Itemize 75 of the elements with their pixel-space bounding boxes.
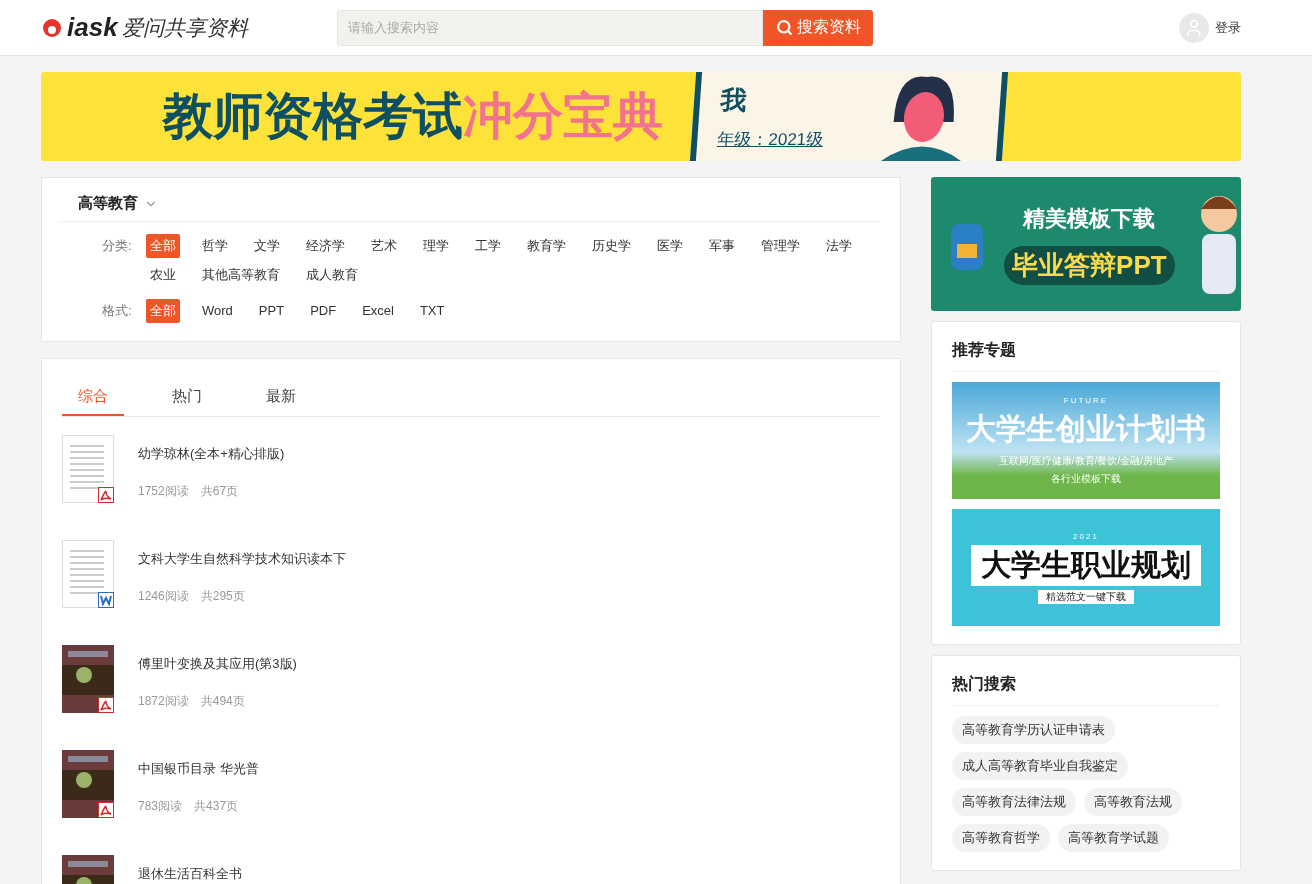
document-title[interactable]: 文科大学生自然科学技术知识读本下	[138, 550, 346, 568]
document-title[interactable]: 幼学琼林(全本+精心排版)	[138, 445, 285, 463]
logo-icon	[41, 17, 63, 38]
filter-option[interactable]: 工学	[471, 234, 505, 258]
filter-option[interactable]: 教育学	[523, 234, 570, 258]
filter-option[interactable]: 管理学	[757, 234, 804, 258]
search-tag[interactable]: 高等教育学历认证申请表	[952, 716, 1115, 744]
filter-option[interactable]: 军事	[705, 234, 739, 258]
filter-option[interactable]: 文学	[250, 234, 284, 258]
read-count: 1752阅读	[138, 483, 189, 500]
document-title[interactable]: 中国银币目录 华光普	[138, 760, 259, 778]
filter-label: 分类:	[102, 237, 133, 255]
search-tag[interactable]: 高等教育法律法规	[952, 788, 1076, 816]
pdf-icon	[98, 802, 114, 818]
page-count: 共295页	[200, 588, 245, 605]
read-count: 783阅读	[138, 798, 183, 815]
topic-title: 大学生职业规划	[971, 544, 1201, 586]
filter-option[interactable]: Excel	[358, 299, 398, 323]
tab[interactable]: 综合	[62, 379, 124, 416]
filter-option[interactable]: 经济学	[302, 234, 349, 258]
ad-banner[interactable]: 教师资格考试冲分宝典 我 年级：2021级	[41, 72, 1241, 161]
section-title: 推荐专题	[952, 340, 1220, 372]
tab[interactable]: 热门	[156, 379, 218, 416]
topic-banner[interactable]: 2021 大学生职业规划 精选范文一键下载	[952, 509, 1220, 626]
document-thumbnail	[62, 540, 114, 608]
filter-option[interactable]: PPT	[254, 299, 289, 323]
topic-tag: 2021	[1073, 531, 1099, 541]
filter-option[interactable]: Word	[198, 299, 237, 323]
filter-option[interactable]: 理学	[419, 234, 453, 258]
search-tag[interactable]: 高等教育学试题	[1058, 824, 1169, 852]
filter-option[interactable]: PDF	[306, 299, 341, 323]
filter-option[interactable]: 哲学	[198, 234, 232, 258]
ad-banner[interactable]: 精美模板下载 毕业答辩PPT	[931, 177, 1241, 311]
document-title[interactable]: 退休生活百科全书	[138, 865, 242, 883]
banner-grade: 年级：2021级	[716, 128, 825, 151]
filter-option[interactable]: 法学	[822, 234, 856, 258]
filter-option[interactable]: 成人教育	[302, 263, 362, 287]
document-title[interactable]: 傅里叶变换及其应用(第3版)	[138, 655, 297, 673]
search-icon	[775, 19, 793, 36]
filter-option[interactable]: 医学	[653, 234, 687, 258]
filter-label: 格式:	[102, 302, 133, 320]
logo: iask	[67, 12, 118, 43]
page-count: 共67页	[200, 483, 239, 500]
topic-caption: 精选范文一键下载	[1038, 589, 1134, 604]
page-count: 共437页	[194, 798, 239, 815]
word-icon	[98, 592, 114, 608]
filter-option[interactable]: 历史学	[588, 234, 635, 258]
ad-subtitle: 毕业答辩PPT	[1004, 245, 1175, 285]
search-tag[interactable]: 成人高等教育毕业自我鉴定	[952, 752, 1128, 780]
ad-title: 精美模板下载	[1023, 204, 1156, 233]
topic-tag: FUTURE	[1063, 395, 1109, 405]
read-count: 1246阅读	[138, 588, 189, 605]
pdf-icon	[98, 697, 114, 713]
banner-name: 我	[718, 83, 749, 117]
document-thumbnail	[62, 435, 114, 503]
search-tag[interactable]: 高等教育法规	[1084, 788, 1182, 816]
topic-caption: 互联网/医疗健康/教育/餐饮/金融/房地产	[999, 453, 1173, 468]
section-title: 热门搜索	[952, 674, 1220, 706]
pdf-icon	[98, 487, 114, 503]
topic-caption: 各行业模板下载	[1051, 471, 1121, 486]
category-title[interactable]: 高等教育	[78, 194, 138, 213]
banner-highlight: 冲分宝典	[463, 87, 663, 146]
topic-title: 大学生创业计划书	[966, 410, 1206, 447]
filter-option[interactable]: TXT	[415, 299, 449, 323]
filter-option[interactable]: 艺术	[367, 234, 401, 258]
filter-option[interactable]: 农业	[146, 263, 180, 287]
tab[interactable]: 最新	[250, 379, 312, 416]
logo-text: 爱问共享资料	[121, 14, 248, 41]
filter-option[interactable]: 其他高等教育	[198, 263, 284, 287]
page-count: 共494页	[200, 693, 245, 710]
read-count: 1872阅读	[138, 693, 189, 710]
search-field[interactable]: 请输入搜索内容	[337, 9, 763, 46]
banner-title: 教师资格考试	[163, 87, 463, 146]
search-tag[interactable]: 高等教育哲学	[952, 824, 1050, 852]
login-link[interactable]: 登录	[1215, 18, 1241, 37]
